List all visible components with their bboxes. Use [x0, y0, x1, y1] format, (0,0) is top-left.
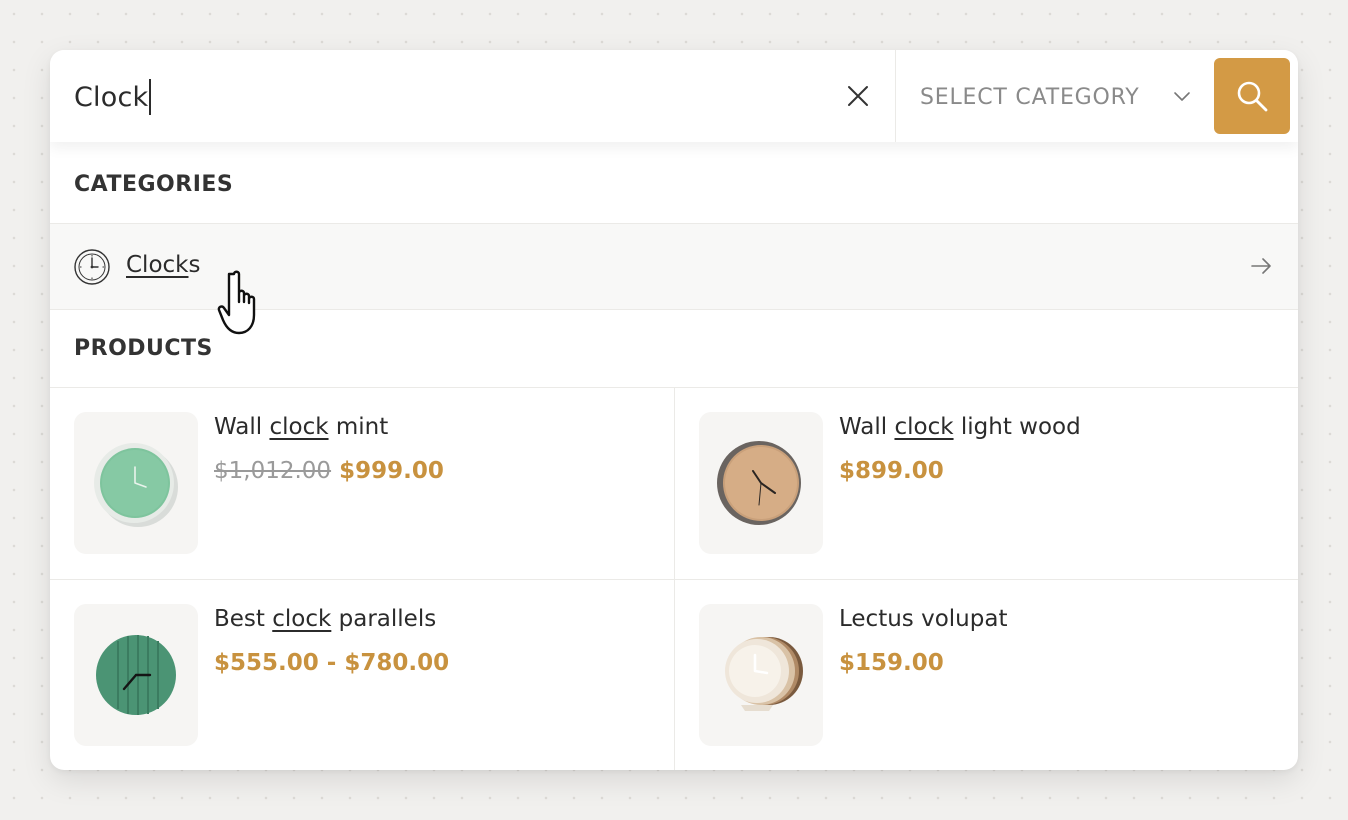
product-image — [699, 412, 823, 554]
name-suffix: light wood — [953, 414, 1081, 440]
product-name: Wall clock mint — [214, 414, 388, 440]
product-card[interactable]: Wall clock light wood $899.00 — [699, 412, 1298, 572]
search-button[interactable] — [1214, 58, 1290, 134]
price: $555.00 - $780.00 — [214, 650, 450, 676]
product-image — [74, 412, 198, 554]
product-card[interactable]: Wall clock mint $1,012.00 $999.00 — [74, 412, 674, 572]
product-name: Wall clock light wood — [839, 414, 1081, 440]
clock-icon — [74, 249, 110, 285]
match-highlight: clock — [272, 606, 332, 632]
name-prefix: Wall — [214, 414, 270, 440]
product-prices: $555.00 - $780.00 — [214, 650, 449, 676]
close-icon — [848, 86, 868, 106]
search-input-value: Clock — [74, 81, 149, 113]
product-name: Lectus volupat — [839, 606, 1007, 632]
price: $899.00 — [839, 458, 944, 484]
arrow-right-icon — [1251, 258, 1271, 274]
match-highlight: clock — [894, 414, 954, 440]
product-prices: $899.00 — [839, 458, 944, 484]
product-prices: $159.00 — [839, 650, 944, 676]
product-card[interactable]: Best clock parallels $555.00 - $780.00 — [74, 604, 674, 764]
hand-pointer-cursor — [217, 270, 256, 335]
searchbar-divider — [895, 50, 896, 142]
wall-clock-parallels-image — [96, 635, 176, 715]
name-prefix: Lectus volupat — [839, 606, 1008, 632]
price: $159.00 — [839, 650, 944, 676]
clear-search-button[interactable] — [842, 80, 874, 112]
name-prefix: Best — [214, 606, 273, 632]
desk-clock-layered-image — [725, 637, 803, 711]
old-price: $1,012.00 — [214, 458, 332, 484]
name-suffix: parallels — [331, 606, 437, 632]
product-name: Best clock parallels — [214, 606, 436, 632]
label-remainder: s — [188, 252, 201, 278]
product-prices: $1,012.00 $999.00 — [214, 458, 444, 484]
price: $999.00 — [339, 458, 444, 484]
categories-heading: CATEGORIES — [74, 172, 234, 197]
category-item-label: Clocks — [126, 252, 200, 278]
match-highlight: clock — [269, 414, 329, 440]
search-bar: Clock SELECT CATEGORY — [50, 50, 1298, 142]
search-icon — [1237, 81, 1268, 112]
divider — [50, 579, 1298, 580]
name-prefix: Wall — [839, 414, 895, 440]
search-dropdown-panel: Clock SELECT CATEGORY CATEGORIES Clocks … — [50, 50, 1298, 770]
category-select[interactable]: SELECT CATEGORY — [920, 74, 1200, 120]
match-highlight: Clock — [126, 252, 189, 278]
search-input[interactable]: Clock — [74, 76, 774, 118]
product-card[interactable]: Lectus volupat $159.00 — [699, 604, 1298, 764]
wall-clock-wood-image — [717, 441, 801, 525]
name-suffix: mint — [328, 414, 389, 440]
products-heading: PRODUCTS — [74, 336, 213, 361]
category-select-label: SELECT CATEGORY — [920, 84, 1140, 110]
chevron-down-icon — [1174, 92, 1190, 101]
product-image — [74, 604, 198, 746]
text-caret — [149, 79, 152, 115]
product-image — [699, 604, 823, 746]
wall-clock-mint-image — [94, 443, 178, 527]
